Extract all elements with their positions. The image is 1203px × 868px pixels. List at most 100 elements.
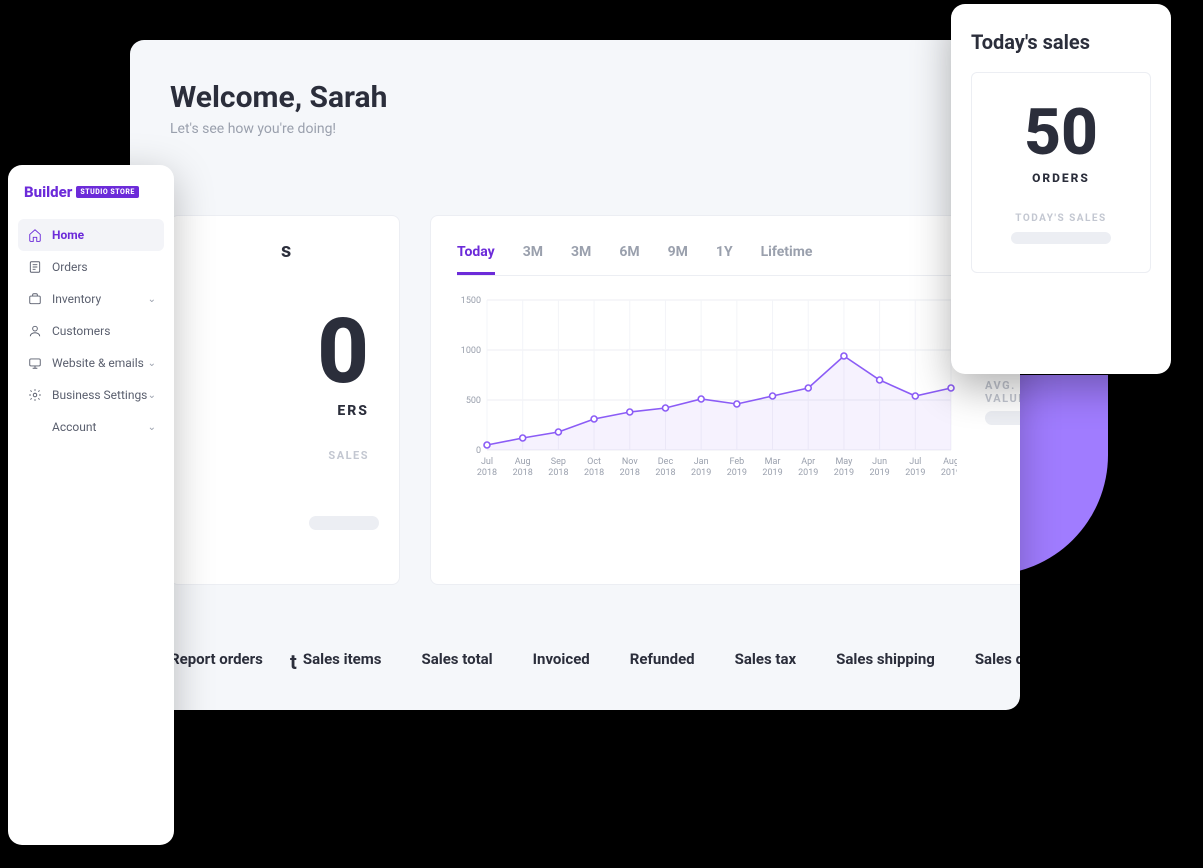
svg-text:Jul: Jul <box>909 457 921 467</box>
todays-sales-number: 50 <box>982 101 1140 165</box>
line-chart: 050010001500Jul2018Aug2018Sep2018Oct2018… <box>457 294 957 488</box>
stub-sales-label: SALES <box>171 449 399 462</box>
svg-text:2019: 2019 <box>834 468 854 478</box>
todays-sales-caption: TODAY'S SALES <box>982 213 1140 224</box>
orders-stub-card: s 0 ERS SALES <box>170 215 400 585</box>
svg-text:Aug: Aug <box>515 457 531 467</box>
todays-sales-orders-label: ORDERS <box>982 171 1140 185</box>
website-icon <box>28 356 42 370</box>
svg-text:500: 500 <box>466 396 481 406</box>
sidebar-item-label: Home <box>52 228 84 242</box>
sidebar-item-orders[interactable]: Orders <box>18 251 164 283</box>
sidebar-item-business-settings[interactable]: Business Settings⌄ <box>18 379 164 411</box>
todays-sales-inner: 50 ORDERS TODAY'S SALES <box>971 72 1151 273</box>
svg-text:May: May <box>835 457 853 467</box>
svg-text:2019: 2019 <box>798 468 818 478</box>
sidebar-item-inventory[interactable]: Inventory ⌄ <box>18 283 164 315</box>
customers-icon <box>28 324 42 338</box>
logo[interactable]: Builder STUDIO STORE <box>18 183 164 219</box>
stub-orders-label: ERS <box>171 403 399 419</box>
report-column[interactable]: Sales tax <box>735 650 797 668</box>
svg-text:Jul: Jul <box>481 457 493 467</box>
chevron-down-icon: ⌄ <box>148 422 156 433</box>
svg-text:2018: 2018 <box>477 468 497 478</box>
sidebar-item-label: Account <box>52 420 96 434</box>
sidebar-item-home[interactable]: Home <box>18 219 164 251</box>
tab-today[interactable]: Today <box>457 242 495 275</box>
svg-text:2019: 2019 <box>941 468 957 478</box>
report-column[interactable]: Invoiced <box>533 650 590 668</box>
inventory-icon <box>28 292 42 306</box>
svg-text:Sep: Sep <box>551 457 566 467</box>
chevron-down-icon: ⌄ <box>148 294 156 305</box>
dashboard-card: Welcome, Sarah Let's see how you're doin… <box>130 40 1020 710</box>
sidebar-item-label: Inventory <box>52 292 101 306</box>
svg-text:Apr: Apr <box>801 457 815 467</box>
report-column[interactable]: Refunded <box>630 650 695 668</box>
svg-text:2018: 2018 <box>548 468 568 478</box>
welcome-block: Welcome, Sarah Let's see how you're doin… <box>170 80 980 137</box>
chevron-down-icon: ⌄ <box>148 358 156 369</box>
svg-text:Jun: Jun <box>872 457 887 467</box>
svg-text:Nov: Nov <box>622 457 638 467</box>
svg-text:Feb: Feb <box>729 457 744 467</box>
svg-text:2018: 2018 <box>513 468 533 478</box>
sales-over-time-card: Today3M3M6M9M1YLifetime 050010001500Jul2… <box>430 215 1020 585</box>
tab-lifetime[interactable]: Lifetime <box>761 242 813 275</box>
blank-icon <box>28 420 42 434</box>
tab-3m[interactable]: 3M <box>523 242 543 275</box>
logo-badge: STUDIO STORE <box>76 186 138 198</box>
settings-icon <box>28 388 42 402</box>
svg-text:Jan: Jan <box>694 457 709 467</box>
tab-6m[interactable]: 6M <box>619 242 639 275</box>
stat-block: AVG. ORDER VALUE <box>985 379 1020 425</box>
svg-text:Dec: Dec <box>658 457 674 467</box>
report-column[interactable]: Sales items <box>303 650 382 668</box>
tab-3m[interactable]: 3M <box>571 242 591 275</box>
orders-icon <box>28 260 42 274</box>
timeframe-tabs: Today 3M 3M 6M 9M 1Y Lifetime <box>457 242 1020 276</box>
tab-1y[interactable]: 1Y <box>716 242 733 275</box>
report-column[interactable]: Sales shipping <box>836 650 935 668</box>
svg-text:2019: 2019 <box>727 468 747 478</box>
svg-text:2018: 2018 <box>584 468 604 478</box>
todays-sales-card: Today's sales 50 ORDERS TODAY'S SALES <box>951 4 1171 374</box>
stub-title: s <box>171 216 399 262</box>
sidebar-item-account[interactable]: Account ⌄ <box>18 411 164 443</box>
svg-text:2019: 2019 <box>905 468 925 478</box>
placeholder-bar <box>309 516 379 530</box>
svg-text:1000: 1000 <box>461 346 481 356</box>
sidebar: Builder STUDIO STORE Home Orders Inventory… <box>8 165 174 845</box>
sidebar-item-customers[interactable]: Customers <box>18 315 164 347</box>
sidebar-item-label: Business Settings <box>52 388 147 402</box>
report-column[interactable]: Report orders <box>170 650 263 668</box>
page-subtitle: Let's see how you're doing! <box>170 121 980 137</box>
chevron-down-icon: ⌄ <box>148 390 156 401</box>
svg-text:2018: 2018 <box>620 468 640 478</box>
sidebar-item-label: Customers <box>52 324 110 338</box>
todays-sales-title: Today's sales <box>971 30 1151 54</box>
svg-text:Oct: Oct <box>587 457 601 467</box>
svg-text:2019: 2019 <box>691 468 711 478</box>
svg-text:Mar: Mar <box>765 457 781 467</box>
home-icon <box>28 228 42 242</box>
placeholder-bar <box>985 411 1020 425</box>
report-columns: Report orders Sales items Sales total Invoi… <box>170 650 1020 668</box>
placeholder-bar <box>1011 232 1111 244</box>
logo-text: Builder <box>24 183 72 201</box>
svg-text:1500: 1500 <box>461 296 481 306</box>
svg-text:0: 0 <box>476 446 481 456</box>
svg-text:Aug: Aug <box>943 457 957 467</box>
sidebar-item-label: Website & emails <box>52 356 144 370</box>
report-column[interactable]: Sales disc <box>975 650 1020 668</box>
tab-9m[interactable]: 9M <box>668 242 688 275</box>
sidebar-item-label: Orders <box>52 260 88 274</box>
sidebar-item-website-emails[interactable]: Website & emails ⌄ <box>18 347 164 379</box>
report-column[interactable]: Sales total <box>421 650 492 668</box>
svg-text:2018: 2018 <box>655 468 675 478</box>
svg-text:2019: 2019 <box>762 468 782 478</box>
svg-text:2019: 2019 <box>869 468 889 478</box>
stub-big-number: 0 <box>171 307 399 397</box>
page-title: Welcome, Sarah <box>170 80 980 115</box>
stat-label: AVG. ORDER VALUE <box>985 379 1020 405</box>
